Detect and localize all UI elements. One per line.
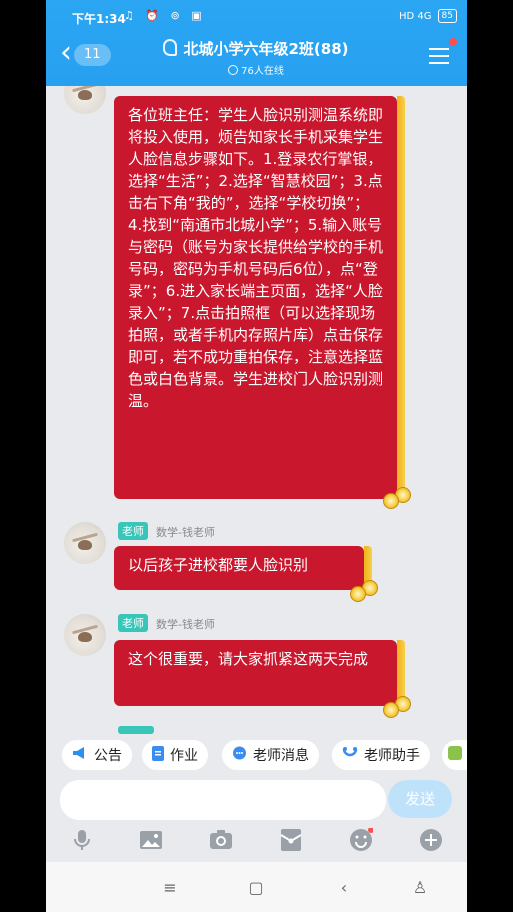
system-nav-bar: ≡ ▢ ‹ ♙ — [46, 862, 467, 912]
group-title-area[interactable]: 北城小学六年级2班(88) 76人在线 — [126, 38, 386, 77]
input-toolbar — [46, 822, 467, 858]
chat-bubble-icon — [232, 746, 247, 765]
message-text: 以后孩子进校都要人脸识别 — [128, 556, 309, 574]
homework-button[interactable]: 作业 — [142, 740, 208, 770]
group-title: 北城小学六年级2班(88) — [183, 40, 349, 58]
role-badge-partial — [118, 726, 154, 734]
status-bar: 下午1:34 ♫ ⏰ ⊚ ▣ HD 4G 85 — [46, 0, 467, 34]
announcement-button[interactable]: 公告 — [62, 740, 132, 770]
camera-icon[interactable] — [209, 828, 233, 852]
message-input[interactable] — [60, 780, 386, 820]
unread-count: 11 — [74, 44, 111, 66]
message-bubble[interactable]: 各位班主任：学生人脸识别测温系统即将投入使用，烦告知家长手机采集学生人脸信息步骤… — [114, 96, 411, 509]
avatar[interactable] — [64, 614, 106, 656]
role-badge: 老师 — [118, 522, 148, 540]
app-icon — [448, 746, 462, 764]
menu-line — [429, 62, 449, 64]
teacher-messages-button[interactable]: 老师消息 — [222, 740, 319, 770]
status-icons: ♫ ⏰ ⊚ ▣ — [124, 9, 206, 22]
back-button[interactable]: ‹ 11 — [60, 38, 111, 68]
menu-nav-icon[interactable]: ≡ — [160, 878, 180, 898]
more-tool-button[interactable] — [442, 740, 467, 770]
status-right: HD 4G 85 — [399, 9, 457, 23]
microphone-icon[interactable] — [70, 828, 94, 852]
online-icon — [228, 65, 239, 75]
notification-dot — [449, 38, 457, 46]
image-icon[interactable] — [139, 828, 163, 852]
chat-area[interactable]: 各位班主任：学生人脸识别测温系统即将投入使用，烦告知家长手机采集学生人脸信息步骤… — [46, 86, 467, 734]
assistant-icon — [342, 746, 358, 764]
menu-button[interactable] — [429, 48, 449, 69]
back-nav-icon[interactable]: ‹ — [334, 878, 354, 898]
status-time: 下午1:34 — [72, 12, 126, 26]
coin-icon — [350, 586, 366, 602]
network-indicator: HD 4G — [399, 10, 432, 22]
red-packet-icon[interactable] — [279, 828, 303, 852]
menu-line — [429, 55, 449, 57]
plus-icon[interactable] — [419, 828, 443, 852]
home-nav-icon[interactable]: ▢ — [246, 878, 266, 898]
emoji-icon[interactable] — [349, 827, 374, 852]
role-badge: 老师 — [118, 614, 148, 632]
ear-icon — [163, 39, 178, 56]
send-button[interactable]: 发送 — [388, 780, 452, 818]
tool-label: 老师消息 — [253, 748, 309, 764]
battery-indicator: 85 — [437, 9, 457, 23]
quick-tools-bar: 公告 作业 老师消息 老师助手 — [46, 734, 467, 776]
message-bubble[interactable]: 这个很重要，请大家抓紧这两天完成 — [114, 640, 411, 718]
online-status: 76人在线 — [126, 62, 386, 77]
top-bar: 下午1:34 ♫ ⏰ ⊚ ▣ HD 4G 85 ‹ 11 北城小学六年级2班(8… — [46, 0, 467, 86]
qq-group-chat-screen: 下午1:34 ♫ ⏰ ⊚ ▣ HD 4G 85 ‹ 11 北城小学六年级2班(8… — [46, 0, 467, 912]
coin-icon — [383, 493, 399, 509]
message-text: 这个很重要，请大家抓紧这两天完成 — [128, 650, 369, 668]
avatar[interactable] — [64, 86, 106, 114]
tool-label: 公告 — [94, 748, 122, 764]
message-bubble[interactable]: 以后孩子进校都要人脸识别 — [114, 546, 378, 602]
sender-name: 数学-钱老师 — [156, 526, 215, 539]
online-count: 76人在线 — [241, 66, 284, 77]
bubble-decoration — [397, 96, 405, 499]
document-icon — [152, 745, 164, 765]
chevron-left-icon: ‹ — [60, 35, 72, 70]
avatar[interactable] — [64, 522, 106, 564]
tool-label: 作业 — [170, 748, 198, 764]
tool-label: 老师助手 — [364, 748, 420, 764]
coin-icon — [383, 702, 399, 718]
megaphone-icon — [72, 746, 88, 764]
sender-name: 数学-钱老师 — [156, 618, 215, 631]
input-row: 发送 — [46, 776, 467, 822]
group-title-row: 北城小学六年级2班(88) — [126, 38, 386, 59]
menu-line — [429, 48, 449, 50]
accessibility-icon[interactable]: ♙ — [410, 878, 430, 898]
teacher-assistant-button[interactable]: 老师助手 — [332, 740, 430, 770]
message-text: 各位班主任：学生人脸识别测温系统即将投入使用，烦告知家长手机采集学生人脸信息步骤… — [128, 106, 384, 410]
